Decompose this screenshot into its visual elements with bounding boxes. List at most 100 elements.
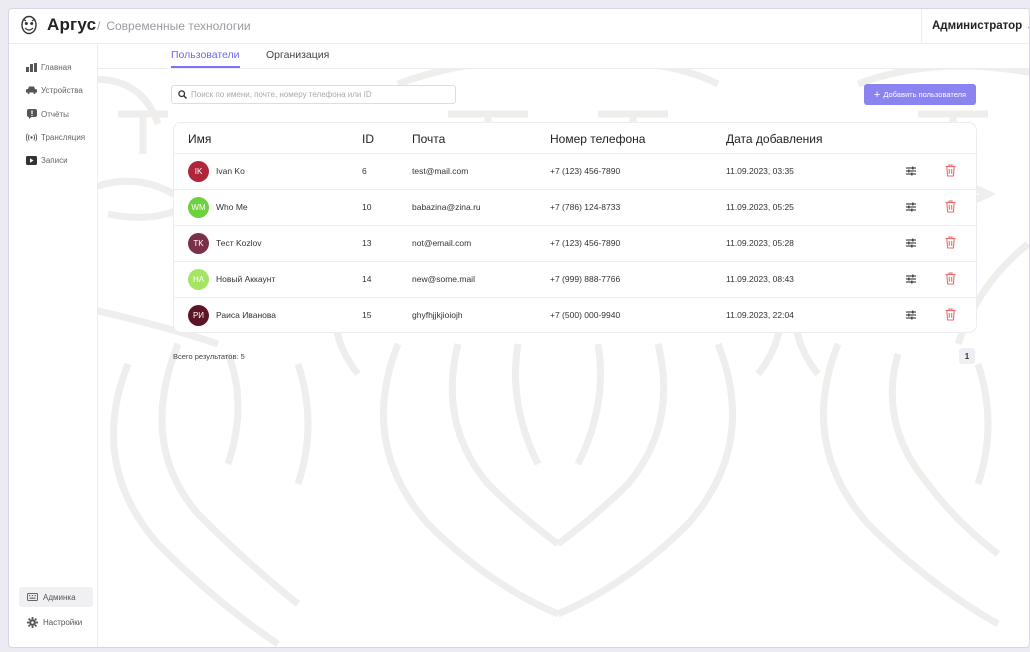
search-icon — [178, 90, 187, 99]
bar-chart-icon — [26, 62, 37, 72]
user-id-cell: 13 — [362, 238, 372, 248]
user-phone-cell: +7 (123) 456-7890 — [550, 238, 621, 248]
trash-icon[interactable] — [945, 272, 956, 285]
user-name-cell: Раиса Иванова — [216, 310, 277, 320]
settings-sliders-icon[interactable] — [905, 309, 917, 321]
user-phone-cell: +7 (999) 888-7766 — [550, 274, 621, 284]
avatar: НА — [188, 269, 209, 290]
keyboard-icon — [27, 593, 38, 601]
user-id-cell: 14 — [362, 274, 372, 284]
sidebar-item-label: Записи — [41, 155, 68, 165]
sidebar-item-label: Отчёты — [41, 109, 69, 119]
column-header-name[interactable]: Имя — [188, 132, 211, 146]
user-menu[interactable]: Администратор ⌄ — [921, 9, 1029, 43]
settings-sliders-icon[interactable] — [905, 273, 917, 285]
user-id-cell: 10 — [362, 202, 372, 212]
tab-users[interactable]: Пользователи — [171, 49, 240, 68]
search-input[interactable] — [191, 90, 451, 99]
user-date-cell: 11.09.2023, 05:25 — [726, 202, 794, 212]
sidebar: Главная Устройства Отчёты Трансляция Зап… — [9, 44, 98, 647]
column-header-id[interactable]: ID — [362, 132, 374, 146]
avatar: IK — [188, 161, 209, 182]
trash-icon[interactable] — [945, 236, 956, 249]
breadcrumb-separator: / — [97, 19, 101, 33]
user-email-cell: babazina@zina.ru — [412, 202, 481, 212]
user-name-cell: Новый Аккаунт — [216, 274, 276, 284]
avatar-initials: IK — [194, 167, 203, 176]
sidebar-item-settings[interactable]: Настройки — [19, 612, 93, 632]
breadcrumb-organization[interactable]: Современные технологии — [106, 19, 250, 33]
app-title: Аргус — [47, 15, 97, 34]
app-window: Аргус / Современные технологии Администра… — [8, 8, 1030, 648]
avatar-initials: НА — [192, 275, 205, 284]
table-row[interactable]: TK Тест Kozlov 13 not@email.com +7 (123)… — [174, 225, 978, 261]
user-name: Администратор — [932, 20, 1023, 32]
table-row[interactable]: РИ Раиса Иванова 15 ghyfhjjkjioiojh +7 (… — [174, 297, 978, 333]
user-phone-cell: +7 (123) 456-7890 — [550, 166, 621, 176]
main-content: Пользователи Организация + Добавить поль… — [98, 44, 1029, 647]
trash-icon[interactable] — [945, 164, 956, 177]
broadcast-icon — [26, 132, 37, 142]
user-name-cell: Who Me — [216, 202, 248, 212]
pagination-page-1[interactable]: 1 — [959, 348, 975, 364]
gear-icon — [27, 616, 38, 628]
user-name-cell: Тест Kozlov — [216, 238, 262, 248]
argus-logo-icon — [21, 15, 37, 35]
add-user-button-label: Добавить пользователя — [883, 90, 967, 99]
sidebar-item-devices[interactable]: Устройства — [9, 80, 98, 100]
user-date-cell: 11.09.2023, 08:43 — [726, 274, 794, 284]
table-row[interactable]: IK Ivan Ko 6 test@mail.com +7 (123) 456-… — [174, 153, 978, 189]
avatar: РИ — [188, 305, 209, 326]
sidebar-item-broadcast[interactable]: Трансляция — [9, 127, 98, 147]
sidebar-item-admin[interactable]: Админка — [19, 587, 93, 607]
avatar-initials: TK — [193, 239, 204, 248]
column-header-phone[interactable]: Номер телефона — [550, 132, 645, 146]
sidebar-item-label: Админка — [43, 592, 76, 602]
user-id-cell: 15 — [362, 310, 372, 320]
user-email-cell: test@mail.com — [412, 166, 469, 176]
settings-sliders-icon[interactable] — [905, 201, 917, 213]
breadcrumb: / Современные технологии — [97, 19, 251, 33]
avatar-initials: WM — [191, 203, 206, 212]
add-user-button[interactable]: + Добавить пользователя — [864, 84, 976, 105]
user-email-cell: not@email.com — [412, 238, 472, 248]
avatar: TK — [188, 233, 209, 254]
chevron-down-icon: ⌄ — [1026, 21, 1029, 32]
tab-bar: Пользователи Организация — [98, 44, 1029, 69]
user-id-cell: 6 — [362, 166, 367, 176]
column-header-email[interactable]: Почта — [412, 132, 445, 146]
trash-icon[interactable] — [945, 200, 956, 213]
user-email-cell: ghyfhjjkjioiojh — [412, 310, 463, 320]
search-box[interactable] — [171, 85, 456, 104]
table-row[interactable]: НА Новый Аккаунт 14 new@some.mail +7 (99… — [174, 261, 978, 297]
settings-sliders-icon[interactable] — [905, 237, 917, 249]
car-icon — [26, 85, 37, 95]
sidebar-item-home[interactable]: Главная — [9, 57, 98, 77]
user-date-cell: 11.09.2023, 22:04 — [726, 310, 794, 320]
play-icon — [26, 155, 37, 165]
top-header: Аргус / Современные технологии Администра… — [9, 9, 1029, 44]
plus-icon: + — [873, 88, 881, 101]
sidebar-item-label: Трансляция — [41, 132, 86, 142]
users-table: Имя ID Почта Номер телефона Дата добавле… — [173, 122, 978, 333]
settings-sliders-icon[interactable] — [905, 165, 917, 177]
user-phone-cell: +7 (786) 124-8733 — [550, 202, 621, 212]
trash-icon[interactable] — [945, 308, 956, 321]
table-row[interactable]: WM Who Me 10 babazina@zina.ru +7 (786) 1… — [174, 189, 978, 225]
total-results: Всего результатов: 5 — [173, 352, 245, 361]
user-date-cell: 11.09.2023, 03:35 — [726, 166, 794, 176]
message-icon — [26, 109, 37, 119]
sidebar-item-records[interactable]: Записи — [9, 150, 98, 170]
user-phone-cell: +7 (500) 000-9940 — [550, 310, 621, 320]
tab-organization[interactable]: Организация — [266, 49, 329, 66]
sidebar-item-label: Устройства — [41, 85, 83, 95]
user-name-cell: Ivan Ko — [216, 166, 245, 176]
column-header-date[interactable]: Дата добавления — [726, 132, 822, 146]
avatar-initials: РИ — [192, 311, 205, 320]
sidebar-item-label: Настройки — [43, 617, 83, 627]
user-email-cell: new@some.mail — [412, 274, 475, 284]
avatar: WM — [188, 197, 209, 218]
sidebar-item-reports[interactable]: Отчёты — [9, 104, 98, 124]
logo[interactable]: Аргус — [19, 15, 96, 35]
user-date-cell: 11.09.2023, 05:28 — [726, 238, 794, 248]
